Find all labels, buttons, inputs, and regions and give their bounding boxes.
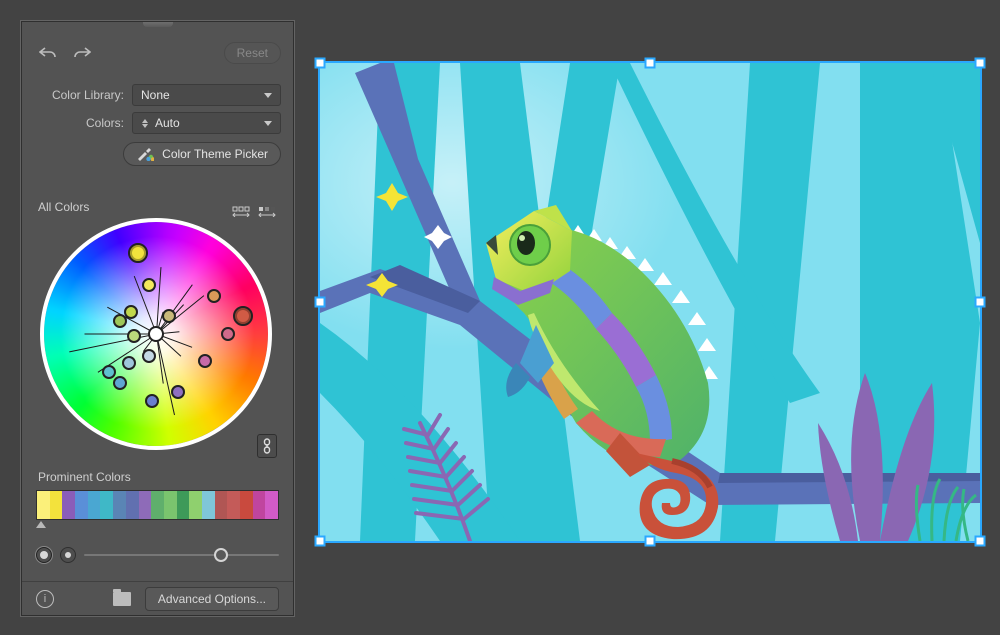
wheel-dot[interactable] bbox=[233, 306, 253, 326]
handle-se[interactable] bbox=[975, 536, 986, 547]
handle-w[interactable] bbox=[315, 297, 326, 308]
handle-n[interactable] bbox=[645, 58, 656, 69]
swatch[interactable] bbox=[139, 491, 152, 519]
wheel-center[interactable] bbox=[148, 326, 164, 342]
save-group-button[interactable] bbox=[113, 592, 131, 606]
wheel-dot[interactable] bbox=[122, 356, 136, 370]
undo-button[interactable] bbox=[36, 42, 60, 64]
swatch[interactable] bbox=[37, 491, 50, 519]
wheel-dot[interactable] bbox=[142, 349, 156, 363]
link-colors-toggle[interactable] bbox=[257, 434, 277, 458]
swatch[interactable] bbox=[227, 491, 240, 519]
wheel-mode-b-button[interactable] bbox=[255, 200, 279, 222]
swatch[interactable] bbox=[240, 491, 253, 519]
wheel-dot[interactable] bbox=[171, 385, 185, 399]
radio-large[interactable] bbox=[36, 547, 52, 563]
handle-sw[interactable] bbox=[315, 536, 326, 547]
color-library-value: None bbox=[141, 88, 170, 102]
swatch[interactable] bbox=[88, 491, 101, 519]
swatch[interactable] bbox=[253, 491, 266, 519]
wheel-dot[interactable] bbox=[162, 309, 176, 323]
swatch[interactable] bbox=[126, 491, 139, 519]
color-library-label: Color Library: bbox=[22, 88, 132, 102]
swatch[interactable] bbox=[113, 491, 126, 519]
wheel-dot[interactable] bbox=[102, 365, 116, 379]
wheel-dot[interactable] bbox=[207, 289, 221, 303]
reset-button[interactable]: Reset bbox=[224, 42, 281, 64]
color-theme-picker-button[interactable]: Color Theme Picker bbox=[123, 142, 281, 166]
canvas-artwork[interactable] bbox=[320, 63, 980, 541]
swatch[interactable] bbox=[50, 491, 63, 519]
prominent-colors-strip[interactable] bbox=[36, 490, 279, 520]
redo-button[interactable] bbox=[70, 42, 94, 64]
color-library-select[interactable]: None bbox=[132, 84, 281, 106]
wheel-dot[interactable] bbox=[113, 314, 127, 328]
wheel-dot[interactable] bbox=[127, 329, 141, 343]
swatch[interactable] bbox=[215, 491, 228, 519]
handle-nw[interactable] bbox=[315, 58, 326, 69]
colors-label: Colors: bbox=[22, 116, 132, 130]
wheel-dot[interactable] bbox=[128, 243, 148, 263]
prominent-colors-label: Prominent Colors bbox=[38, 470, 131, 484]
handle-s[interactable] bbox=[645, 536, 656, 547]
colors-value: Auto bbox=[155, 116, 180, 130]
color-theme-picker-label: Color Theme Picker bbox=[162, 147, 268, 161]
radio-small[interactable] bbox=[60, 547, 76, 563]
swatch[interactable] bbox=[100, 491, 113, 519]
stepper-icon bbox=[141, 119, 149, 128]
panel-grip[interactable] bbox=[143, 22, 173, 27]
swatch[interactable] bbox=[177, 491, 190, 519]
wheel-mode-a-button[interactable] bbox=[229, 200, 253, 222]
swatch[interactable] bbox=[189, 491, 202, 519]
wheel-dot[interactable] bbox=[145, 394, 159, 408]
swatch[interactable] bbox=[164, 491, 177, 519]
color-wheel[interactable] bbox=[44, 222, 268, 446]
swatch[interactable] bbox=[202, 491, 215, 519]
handle-ne[interactable] bbox=[975, 58, 986, 69]
swatch[interactable] bbox=[62, 491, 75, 519]
chameleon-artwork bbox=[320, 63, 980, 541]
advanced-options-button[interactable]: Advanced Options... bbox=[145, 587, 279, 611]
slider-thumb[interactable] bbox=[214, 548, 228, 562]
wheel-dot[interactable] bbox=[221, 327, 235, 341]
info-button[interactable]: i bbox=[36, 590, 54, 608]
swatch-caret[interactable] bbox=[36, 521, 46, 528]
chevron-down-icon bbox=[264, 121, 272, 126]
chain-icon bbox=[262, 438, 272, 454]
recolor-panel: Reset Color Library: None Colors: Auto bbox=[21, 21, 294, 616]
wheel-dot[interactable] bbox=[142, 278, 156, 292]
colors-select[interactable]: Auto bbox=[132, 112, 281, 134]
all-colors-label: All Colors bbox=[38, 200, 89, 214]
wheel-dot[interactable] bbox=[124, 305, 138, 319]
weight-slider[interactable] bbox=[84, 554, 279, 556]
swatch[interactable] bbox=[265, 491, 278, 519]
wheel-dot[interactable] bbox=[198, 354, 212, 368]
eyedropper-icon bbox=[136, 147, 154, 161]
handle-e[interactable] bbox=[975, 297, 986, 308]
chevron-down-icon bbox=[264, 93, 272, 98]
swatch[interactable] bbox=[151, 491, 164, 519]
swatch[interactable] bbox=[75, 491, 88, 519]
wheel-dot[interactable] bbox=[113, 376, 127, 390]
